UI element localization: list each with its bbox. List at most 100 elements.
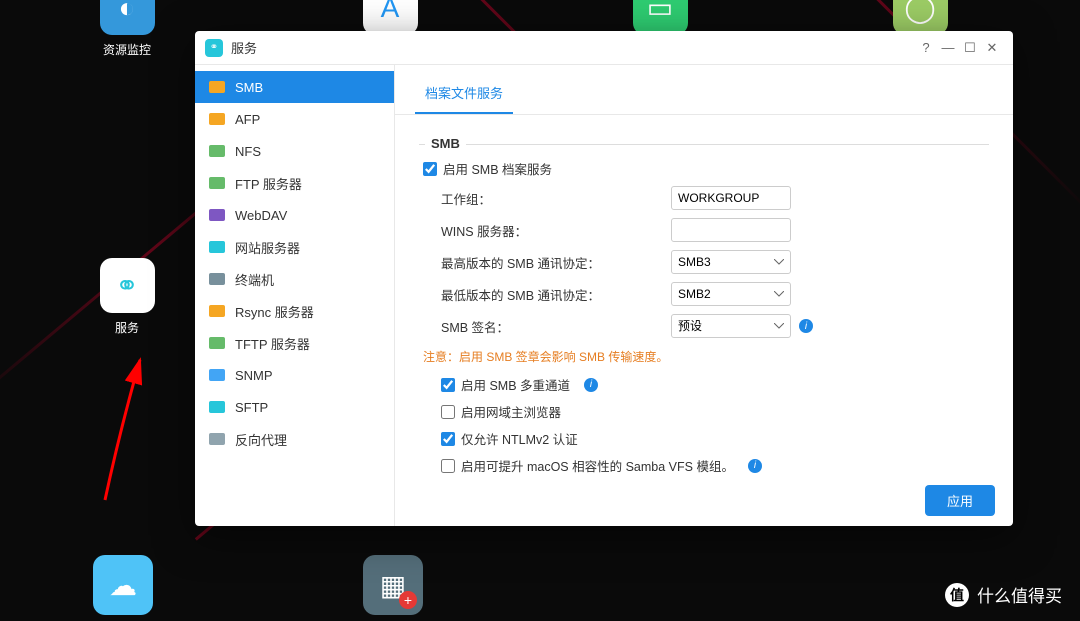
cloud-server-icon: ☁ (93, 555, 153, 615)
sidebar-item-网站服务器[interactable]: 网站服务器 (195, 231, 394, 263)
sidebar-item-snmp[interactable]: SNMP (195, 359, 394, 391)
sidebar-item-label: 反向代理 (235, 430, 287, 449)
ntlmv2-label: 仅允许 NTLMv2 认证 (461, 429, 578, 448)
book-icon: ▭ (633, 0, 688, 35)
smb-panel: SMB 启用 SMB 档案服务 工作组： WINS 服务器： 最高版本的 SMB… (395, 115, 1013, 475)
service-icon (209, 401, 225, 413)
sidebar: SMB AFP NFS FTP 服务器 WebDAV 网站服务器终端机 Rsync 服务器 T… (195, 65, 395, 526)
watermark-text: 什么值得买 (977, 582, 1062, 607)
min-proto-row: 最低版本的 SMB 通讯协定： SMB2 (419, 278, 989, 310)
app-icon: ⚭ (205, 39, 223, 57)
macos-vfs-row[interactable]: 启用可提升 macOS 相容性的 Samba VFS 模组。 i (419, 452, 989, 475)
sidebar-item-webdav[interactable]: WebDAV (195, 199, 394, 231)
macos-vfs-label: 启用可提升 macOS 相容性的 Samba VFS 模组。 (461, 456, 734, 475)
sidebar-item-afp[interactable]: AFP (195, 103, 394, 135)
enable-smb-checkbox[interactable] (423, 162, 437, 176)
min-proto-label: 最低版本的 SMB 通讯协定： (441, 285, 671, 304)
sidebar-item-ftp-服务器[interactable]: FTP 服务器 (195, 167, 394, 199)
sidebar-item-sftp[interactable]: SFTP (195, 391, 394, 423)
sidebar-item-label: Rsync 服务器 (235, 302, 314, 321)
desktop-icon-label: 资源监控 (92, 41, 162, 58)
watermark-icon: 值 (945, 583, 969, 607)
min-proto-select[interactable]: SMB2 (671, 282, 791, 306)
info-icon[interactable]: i (584, 378, 598, 392)
sidebar-item-label: NFS (235, 144, 261, 159)
workgroup-label: 工作组： (441, 189, 671, 208)
section-title: SMB (425, 136, 466, 151)
enable-smb-row[interactable]: 启用 SMB 档案服务 (419, 155, 989, 182)
appstore-icon: A (363, 0, 418, 35)
sidebar-item-label: AFP (235, 112, 260, 127)
desktop-icon-cloud[interactable]: ☁ (88, 555, 158, 621)
signing-row: SMB 签名： 预设 i (419, 310, 989, 342)
content-panel: 档案文件服务 SMB 启用 SMB 档案服务 工作组： WINS 服务器： (395, 65, 1013, 526)
service-icon (209, 145, 225, 157)
max-proto-select[interactable]: SMB3 (671, 250, 791, 274)
footer: 应用 (395, 475, 1013, 526)
desktop-icon-resource-monitor[interactable]: ◐ 资源监控 (92, 0, 162, 58)
sidebar-item-label: 终端机 (235, 270, 274, 289)
sidebar-item-label: SFTP (235, 400, 268, 415)
sidebar-item-终端机[interactable]: 终端机 (195, 263, 394, 295)
apply-button[interactable]: 应用 (925, 485, 995, 516)
service-icon (209, 177, 225, 189)
domain-browser-label: 启用网域主浏览器 (461, 402, 561, 421)
help-button[interactable]: ? (915, 37, 937, 59)
services-window: ⚭ 服务 ? — ☐ ✕ SMB AFP NFS FTP 服务器 WebDAV 网站服务器… (195, 31, 1013, 526)
sidebar-item-nfs[interactable]: NFS (195, 135, 394, 167)
minimize-button[interactable]: — (937, 37, 959, 59)
services-icon: ⚭ (100, 258, 155, 313)
desktop-icon-label: 服务 (92, 319, 162, 336)
signing-label: SMB 签名： (441, 317, 671, 336)
service-icon (209, 113, 225, 125)
signing-select[interactable]: 预设 (671, 314, 791, 338)
domain-browser-row[interactable]: 启用网域主浏览器 (419, 398, 989, 425)
circle-icon: ◯ (893, 0, 948, 35)
package-icon: ▦ (363, 555, 423, 615)
multichannel-checkbox[interactable] (441, 378, 455, 392)
service-icon (209, 337, 225, 349)
tab-file-service[interactable]: 档案文件服务 (415, 77, 513, 114)
service-icon (209, 81, 225, 93)
macos-vfs-checkbox[interactable] (441, 459, 455, 473)
sidebar-item-tftp-服务器[interactable]: TFTP 服务器 (195, 327, 394, 359)
workgroup-input[interactable] (671, 186, 791, 210)
window-title: 服务 (231, 38, 915, 57)
watermark: 值 什么值得买 (945, 582, 1062, 607)
desktop-icon-services[interactable]: ⚭ 服务 (92, 258, 162, 336)
service-icon (209, 433, 225, 445)
tabs: 档案文件服务 (395, 65, 1013, 115)
max-proto-label: 最高版本的 SMB 通讯协定： (441, 253, 671, 272)
multichannel-label: 启用 SMB 多重通道 (461, 375, 570, 394)
desktop-icon-package[interactable]: ▦ (358, 555, 428, 621)
ntlmv2-row[interactable]: 仅允许 NTLMv2 认证 (419, 425, 989, 452)
sidebar-item-smb[interactable]: SMB (195, 71, 394, 103)
multichannel-row[interactable]: 启用 SMB 多重通道 i (419, 371, 989, 398)
maximize-button[interactable]: ☐ (959, 37, 981, 59)
ntlmv2-checkbox[interactable] (441, 432, 455, 446)
service-icon (209, 241, 225, 253)
service-icon (209, 273, 225, 285)
info-icon[interactable]: i (748, 459, 762, 473)
sidebar-item-反向代理[interactable]: 反向代理 (195, 423, 394, 455)
sidebar-item-label: WebDAV (235, 208, 287, 223)
sidebar-item-rsync-服务器[interactable]: Rsync 服务器 (195, 295, 394, 327)
wins-row: WINS 服务器： (419, 214, 989, 246)
workgroup-row: 工作组： (419, 182, 989, 214)
monitor-icon: ◐ (100, 0, 155, 35)
max-proto-row: 最高版本的 SMB 通讯协定： SMB3 (419, 246, 989, 278)
close-button[interactable]: ✕ (981, 37, 1003, 59)
sidebar-item-label: SNMP (235, 368, 273, 383)
sidebar-item-label: TFTP 服务器 (235, 334, 310, 353)
titlebar[interactable]: ⚭ 服务 ? — ☐ ✕ (195, 31, 1013, 65)
wins-input[interactable] (671, 218, 791, 242)
enable-smb-label: 启用 SMB 档案服务 (443, 159, 552, 178)
sidebar-item-label: 网站服务器 (235, 238, 300, 257)
sidebar-item-label: FTP 服务器 (235, 174, 302, 193)
signing-note: 注意：启用 SMB 签章会影响 SMB 传输速度。 (419, 342, 989, 371)
service-icon (209, 209, 225, 221)
service-icon (209, 369, 225, 381)
domain-browser-checkbox[interactable] (441, 405, 455, 419)
info-icon[interactable]: i (799, 319, 813, 333)
sidebar-item-label: SMB (235, 80, 263, 95)
